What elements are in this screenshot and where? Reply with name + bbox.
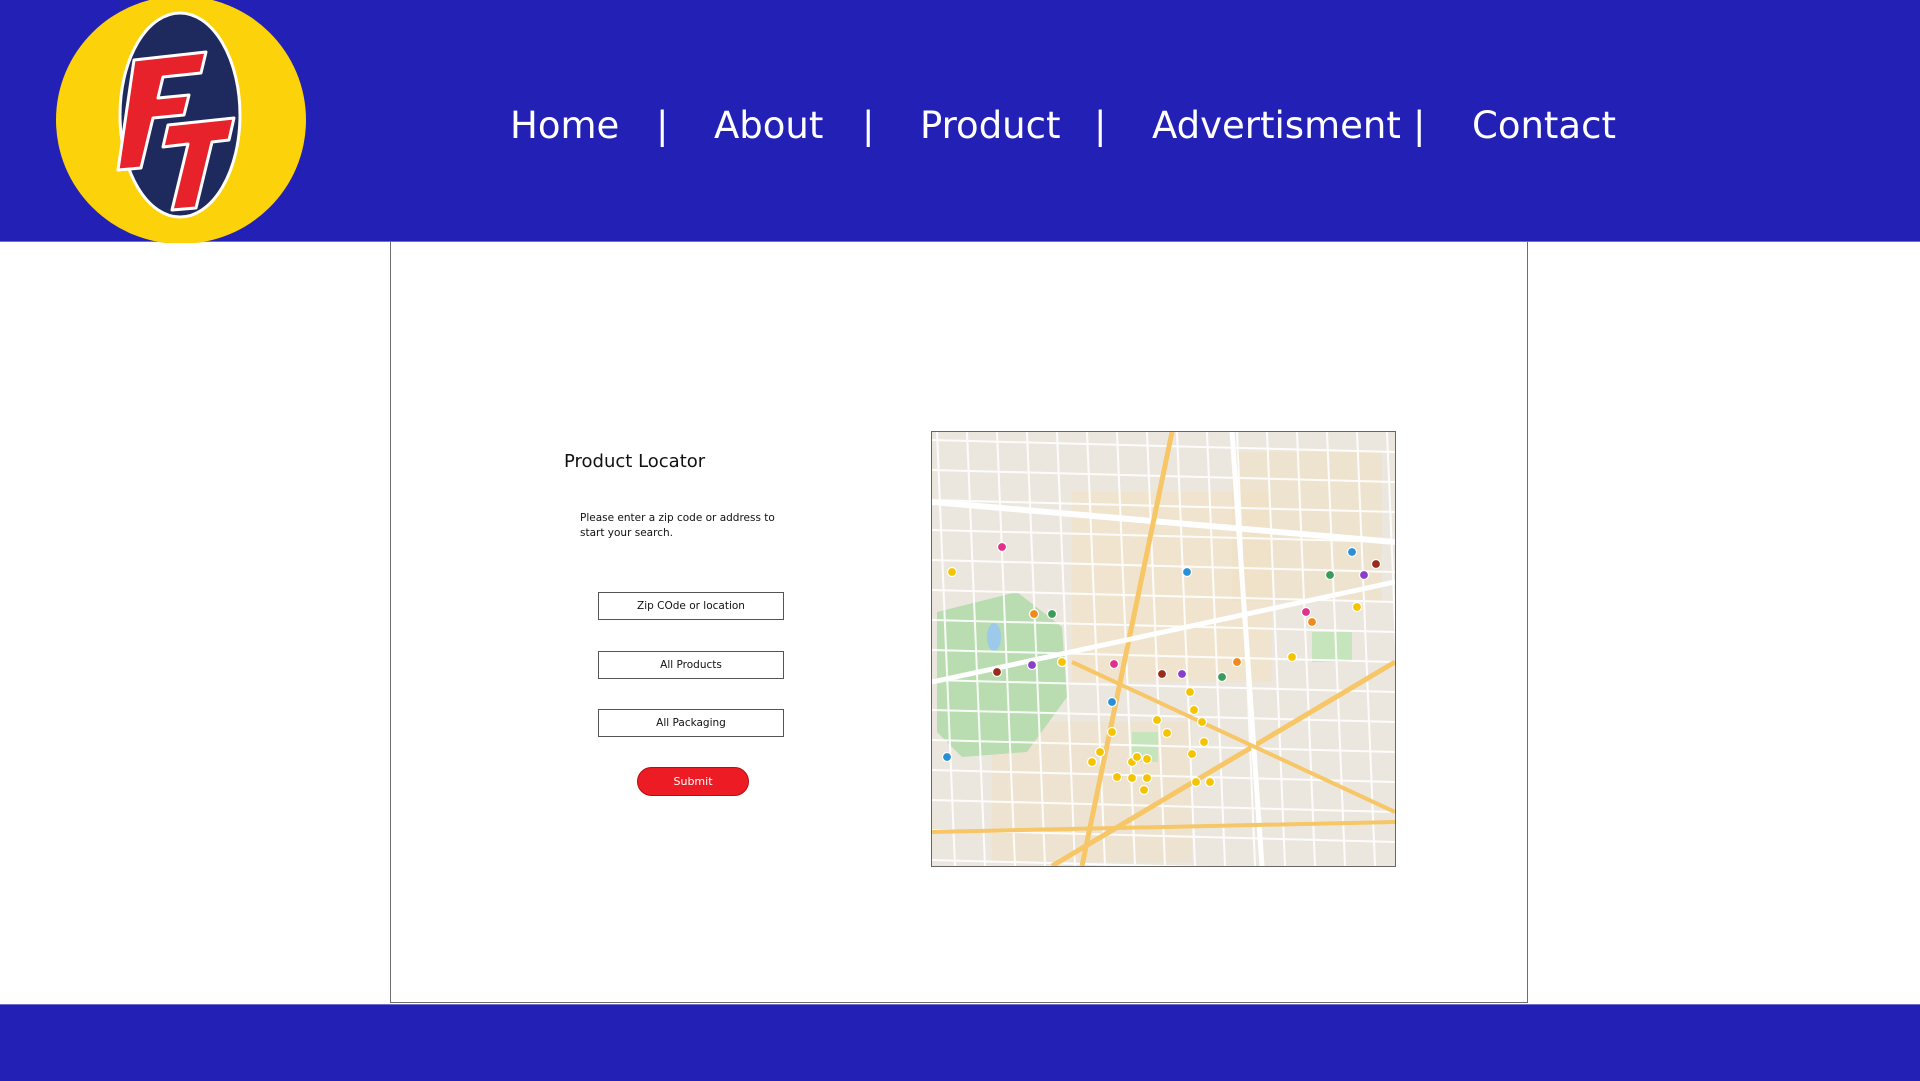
map-marker-icon[interactable] <box>1184 686 1196 698</box>
map-marker-icon[interactable] <box>1046 608 1058 620</box>
map-marker-icon[interactable] <box>1198 736 1210 748</box>
map-marker-icon[interactable] <box>991 666 1003 678</box>
map-marker-icon[interactable] <box>1346 546 1358 558</box>
map-marker-icon[interactable] <box>1138 784 1150 796</box>
map-marker-icon[interactable] <box>1108 658 1120 670</box>
city-street-map-icon <box>932 432 1395 866</box>
map-marker-icon[interactable] <box>1126 772 1138 784</box>
map-marker-icon[interactable] <box>1300 606 1312 618</box>
site-footer <box>0 1004 1920 1081</box>
map-marker-icon[interactable] <box>1106 696 1118 708</box>
main-nav: Home | About | Product | Advertisment | … <box>0 100 1920 160</box>
map-marker-icon[interactable] <box>1204 776 1216 788</box>
map-marker-icon[interactable] <box>1181 566 1193 578</box>
map-marker-icon[interactable] <box>1056 656 1068 668</box>
nav-about-link[interactable]: About <box>714 100 823 152</box>
map-marker-icon[interactable] <box>1286 651 1298 663</box>
site-header: Home | About | Product | Advertisment | … <box>0 0 1920 243</box>
nav-separator: | <box>656 104 669 147</box>
map-marker-icon[interactable] <box>946 566 958 578</box>
zip-location-input[interactable] <box>598 592 784 620</box>
products-select[interactable]: All Products <box>598 651 784 679</box>
map-marker-icon[interactable] <box>1111 771 1123 783</box>
map-marker-icon[interactable] <box>1106 726 1118 738</box>
map-marker-icon[interactable] <box>1028 608 1040 620</box>
map-marker-icon[interactable] <box>1196 716 1208 728</box>
map-marker-icon[interactable] <box>996 541 1008 553</box>
map-marker-icon[interactable] <box>1190 776 1202 788</box>
map-marker-icon[interactable] <box>1131 751 1143 763</box>
map-marker-icon[interactable] <box>1358 569 1370 581</box>
map-marker-icon[interactable] <box>1306 616 1318 628</box>
map-marker-icon[interactable] <box>1161 727 1173 739</box>
map-marker-icon[interactable] <box>1086 756 1098 768</box>
map-marker-icon[interactable] <box>1026 659 1038 671</box>
map-marker-icon[interactable] <box>1176 668 1188 680</box>
map-marker-icon[interactable] <box>1370 558 1382 570</box>
map-marker-icon[interactable] <box>1351 601 1363 613</box>
map-marker-icon[interactable] <box>1216 671 1228 683</box>
nav-separator: | <box>1094 104 1107 147</box>
map-view[interactable] <box>931 431 1396 867</box>
nav-contact-link[interactable]: Contact <box>1472 100 1616 152</box>
map-marker-icon[interactable] <box>1156 668 1168 680</box>
map-marker-icon[interactable] <box>1094 746 1106 758</box>
submit-button[interactable]: Submit <box>637 767 749 796</box>
nav-home-link[interactable]: Home <box>510 100 619 152</box>
locator-instructions: Please enter a zip code or address to st… <box>580 512 775 539</box>
map-marker-icon[interactable] <box>1231 656 1243 668</box>
nav-separator: | <box>1413 104 1426 147</box>
nav-advertisment-link[interactable]: Advertisment <box>1152 100 1401 152</box>
packaging-select[interactable]: All Packaging <box>598 709 784 737</box>
map-marker-icon[interactable] <box>1141 772 1153 784</box>
map-marker-icon[interactable] <box>1141 753 1153 765</box>
nav-product-link[interactable]: Product <box>920 100 1060 152</box>
page-title: Product Locator <box>564 451 706 472</box>
map-marker-icon[interactable] <box>1188 704 1200 716</box>
map-marker-icon[interactable] <box>1151 714 1163 726</box>
map-marker-icon[interactable] <box>1324 569 1336 581</box>
map-marker-icon[interactable] <box>1186 748 1198 760</box>
map-marker-icon[interactable] <box>941 751 953 763</box>
nav-separator: | <box>862 104 875 147</box>
